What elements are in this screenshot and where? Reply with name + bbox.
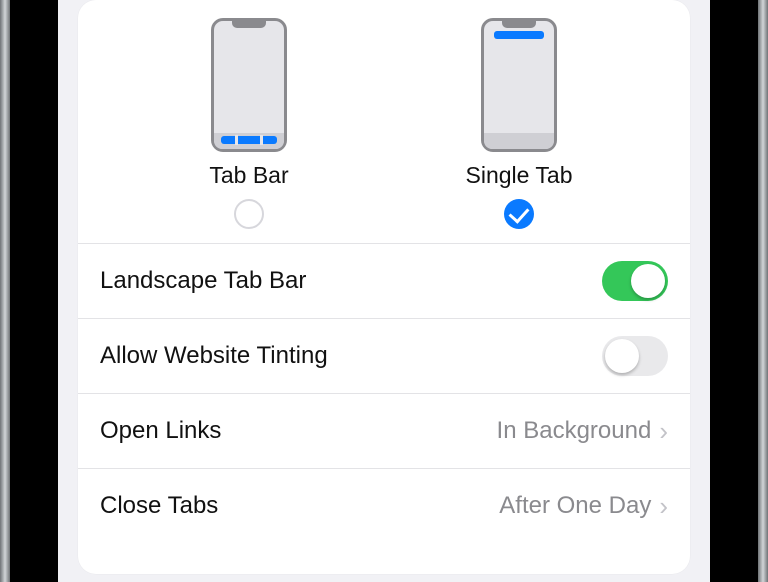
option-single-tab-radio[interactable] (504, 199, 534, 229)
settings-card: Tab Bar Single Tab Landscape Tab Bar (78, 0, 690, 574)
bottom-bar-icon (484, 133, 554, 149)
screen: Tab Bar Single Tab Landscape Tab Bar (58, 0, 710, 582)
bezel-black-left (10, 0, 58, 582)
row-allow-website-tinting[interactable]: Allow Website Tinting (78, 318, 690, 393)
bezel-silver-right (758, 0, 768, 582)
bezel-silver-left (0, 0, 10, 582)
row-open-links-label: Open Links (100, 417, 221, 445)
row-landscape-tab-bar[interactable]: Landscape Tab Bar (78, 243, 690, 318)
option-single-tab-label: Single Tab (466, 162, 573, 189)
notch-icon (232, 21, 266, 28)
row-open-links-value-group: In Background › (497, 417, 668, 445)
topbar-pill-icon (494, 31, 544, 39)
chevron-right-icon: › (659, 493, 668, 519)
notch-icon (502, 21, 536, 28)
tab-layout-picker: Tab Bar Single Tab (78, 0, 690, 243)
toggle-knob-icon (605, 339, 639, 373)
toggle-knob-icon (631, 264, 665, 298)
option-tab-bar[interactable]: Tab Bar (169, 18, 329, 229)
allow-website-tinting-toggle[interactable] (602, 336, 668, 376)
tabbar-pill-icon (221, 136, 277, 144)
option-single-tab[interactable]: Single Tab (439, 18, 599, 229)
row-landscape-tab-bar-label: Landscape Tab Bar (100, 267, 306, 295)
row-open-links-value: In Background (497, 417, 652, 445)
row-close-tabs-value: After One Day (499, 492, 651, 520)
option-tab-bar-radio[interactable] (234, 199, 264, 229)
bezel-black-right (710, 0, 758, 582)
row-open-links[interactable]: Open Links In Background › (78, 393, 690, 468)
landscape-tab-bar-toggle[interactable] (602, 261, 668, 301)
row-close-tabs-label: Close Tabs (100, 492, 218, 520)
option-tab-bar-label: Tab Bar (209, 162, 288, 189)
phone-mock-single-tab (481, 18, 557, 152)
row-close-tabs[interactable]: Close Tabs After One Day › (78, 468, 690, 543)
phone-mock-tab-bar (211, 18, 287, 152)
row-allow-website-tinting-label: Allow Website Tinting (100, 342, 328, 370)
device-frame: Tab Bar Single Tab Landscape Tab Bar (0, 0, 768, 582)
chevron-right-icon: › (659, 418, 668, 444)
row-close-tabs-value-group: After One Day › (499, 492, 668, 520)
